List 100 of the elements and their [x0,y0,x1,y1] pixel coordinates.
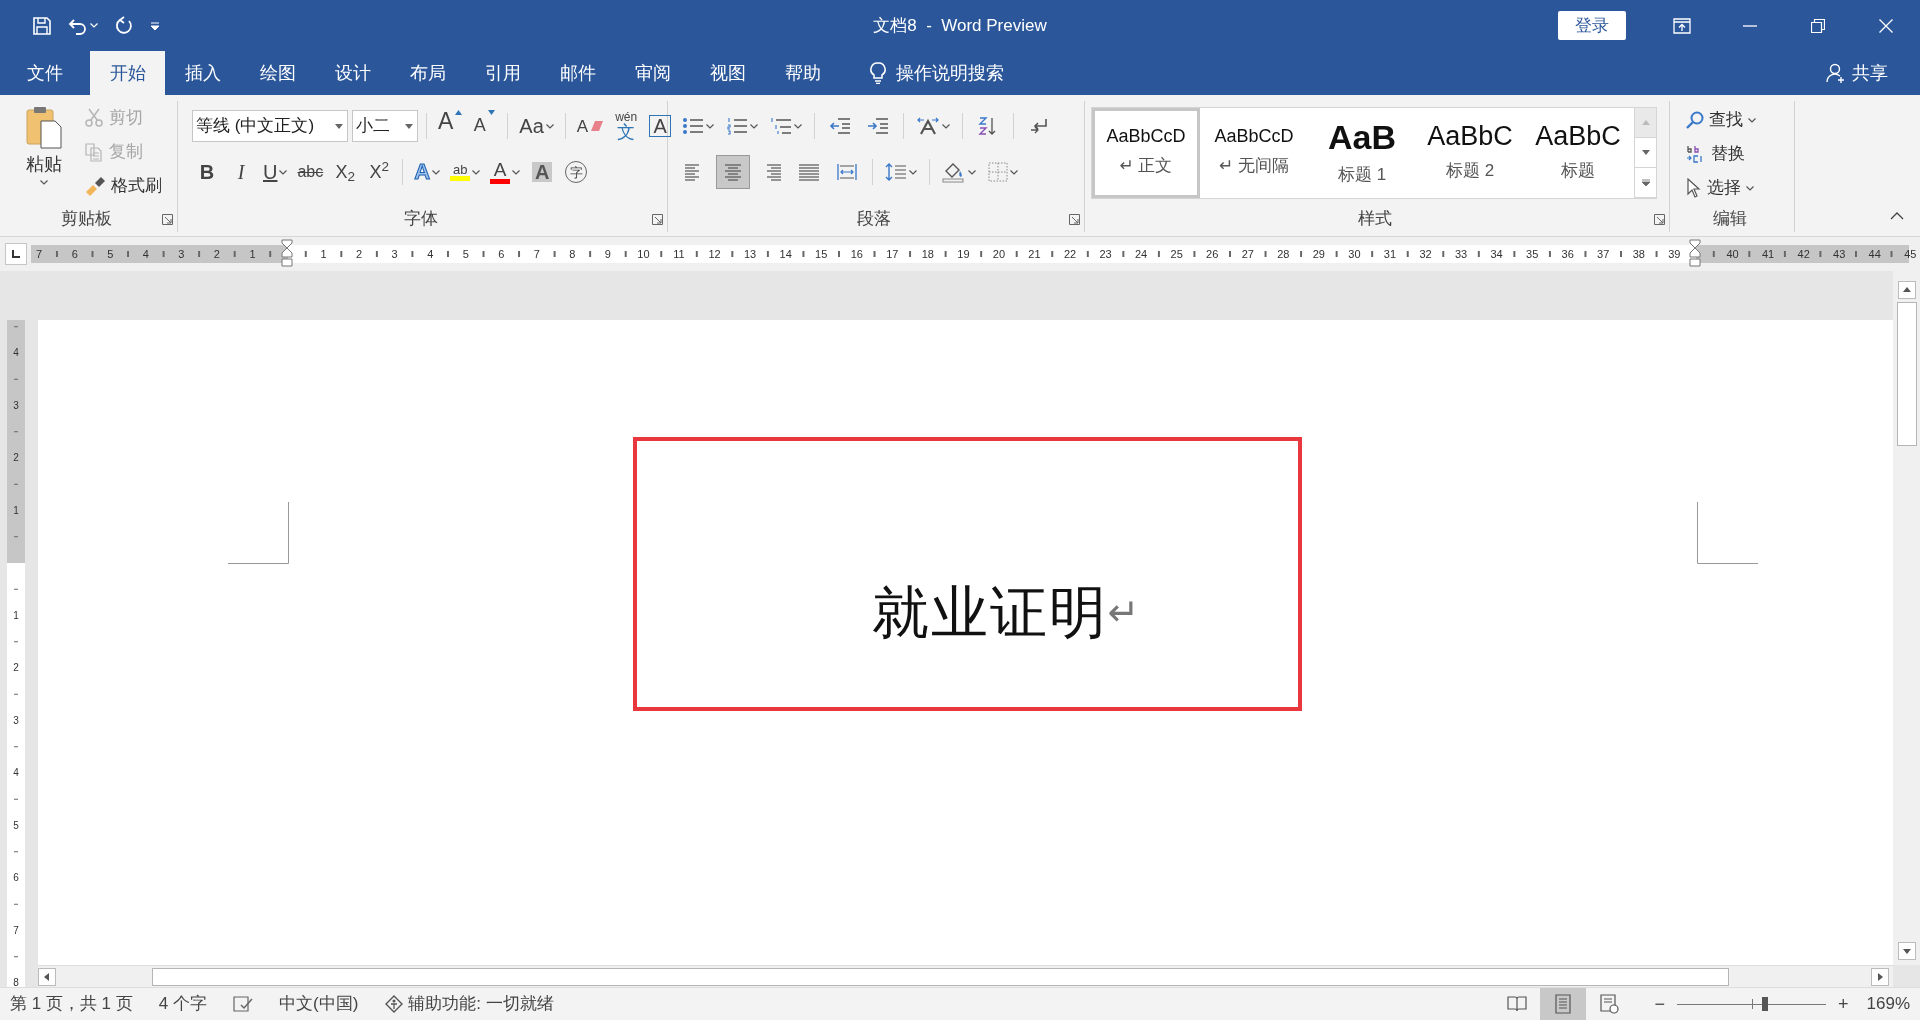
ribbon-tab[interactable]: 引用 [465,51,540,95]
highlight-button[interactable]: ab [447,156,484,188]
phonetic-guide-button[interactable]: wén 文 [611,110,642,142]
paragraph-mark: ↵ [1107,593,1140,631]
color-bar-icon [490,179,511,184]
zoom-slider[interactable] [1677,994,1826,1014]
tab-selector-button[interactable] [5,243,27,265]
login-button[interactable]: 登录 [1558,10,1626,41]
zoom-percent[interactable]: 169% [1866,991,1910,1017]
ruler-number: 43 [1832,248,1847,260]
ruler-number: 6 [13,871,19,885]
accessibility-icon[interactable] [384,994,405,1014]
scroll-down-button[interactable] [1897,942,1916,960]
ribbon-tab[interactable]: 设计 [315,51,390,95]
change-case-button[interactable]: Aa [516,110,557,142]
slider-thumb[interactable] [1761,997,1768,1011]
character-border-button[interactable]: A [645,110,676,142]
triangle-down-icon [487,110,495,115]
ribbon-tab[interactable]: 绘图 [240,51,315,95]
zoom-out-button[interactable]: − [1650,990,1669,1018]
ruler-number: 39 [1667,248,1682,260]
select-button[interactable]: 选择 [1682,171,1760,205]
ribbon-tab[interactable]: 布局 [390,51,465,95]
ruler-number: 5 [461,248,470,260]
scrollbar-thumb[interactable] [152,967,1729,986]
ruler-number: 1 [319,248,328,260]
ruler-number: 1 [13,608,19,623]
format-painter-button[interactable]: 格式刷 [80,169,166,203]
paste-button[interactable]: 粘贴 [16,101,72,206]
bold-button[interactable]: B [192,156,222,188]
indent-marker-icon[interactable] [281,239,293,267]
ruler-number: 9 [603,248,612,260]
grow-font-button[interactable]: A [435,110,466,142]
replace-button[interactable]: 替换 [1682,137,1760,171]
print-layout-button[interactable] [1540,987,1587,1020]
ruler-number: 14 [778,248,793,260]
dialog-launcher-icon[interactable] [1069,214,1080,226]
page-count: 第 1 页，共 1 页 [10,993,133,1016]
scroll-right-button[interactable] [1871,967,1889,986]
indent-marker-icon[interactable] [1689,239,1701,267]
ruler-number: 3 [390,248,399,260]
strikethrough-button[interactable]: abc [294,156,327,188]
ribbon-tab[interactable]: 审阅 [615,51,690,95]
ruler-number: 30 [1347,248,1362,260]
person-icon [1826,63,1846,83]
ruler-number: 33 [1453,248,1469,260]
proofing-icon[interactable] [233,995,253,1013]
ruler-number: 21 [1027,248,1042,260]
ruler-number: 2 [13,661,19,675]
ruler-number: 27 [1240,248,1255,260]
share-button[interactable]: 共享 [1820,51,1894,95]
asian-layout-icon [916,117,940,135]
window-title: 文档8 - Word Preview [873,14,1047,37]
ribbon-tab[interactable]: 帮助 [765,51,840,95]
ruler-number: 29 [1311,248,1326,260]
ruler-number: 7 [532,248,541,260]
style-item[interactable]: AaBbCcD ↵ 正文 [1092,108,1200,198]
ruler-number: 40 [1725,248,1740,260]
zoom-in-button[interactable]: + [1834,990,1853,1018]
font-size-field[interactable]: 小二 [352,110,418,142]
ruler-number: 35 [1525,248,1540,260]
font-color-button[interactable]: A [487,156,524,188]
ruler-number: 44 [1867,248,1882,260]
ribbon-tab[interactable]: 文件 [7,51,82,95]
ribbon-tab[interactable]: 开始 [90,51,165,95]
subscript-button[interactable]: X$_{2}$ [330,156,361,188]
ruler-number: 5 [106,248,115,260]
font-name-field[interactable]: 等线 (中文正文) [192,110,348,142]
underline-button[interactable]: U [260,156,291,188]
dialog-launcher-icon[interactable] [1654,214,1665,226]
ruler-number: 5 [13,818,19,833]
search-icon [1686,111,1704,129]
group-label: 编辑 [1713,208,1747,231]
group-label: 字体 [403,208,438,231]
italic-button[interactable]: I [226,156,256,188]
dialog-launcher-icon[interactable] [652,214,663,226]
ruler-number: 3 [13,713,19,728]
clear-formatting-button[interactable]: A [573,110,608,142]
ribbon-tab[interactable]: 插入 [165,51,240,95]
numbered-list-icon [726,117,748,135]
dialog-launcher-icon[interactable] [162,214,173,226]
language-status[interactable]: 中文(中国) [279,991,359,1017]
scroll-left-button[interactable] [38,967,56,986]
character-shading-button[interactable]: A [527,156,558,188]
restore-icon [1811,18,1825,33]
caret-icon [1746,185,1754,191]
multilevel-list-icon [770,117,792,135]
caret-icon [150,20,160,31]
find-button[interactable]: 查找 [1682,103,1760,137]
tell-me-search[interactable]: 操作说明搜索 [864,51,1010,95]
ruler-number: 4 [141,248,150,260]
scrollbar-thumb[interactable] [1896,302,1917,446]
shrink-font-button[interactable]: A [469,110,500,142]
center-align-button[interactable] [716,155,750,189]
superscript-button[interactable]: X$^{2}$ [364,156,395,188]
accessibility-status[interactable]: 辅助功能: 一切就绪 [408,991,554,1017]
ribbon-tab[interactable]: 邮件 [540,51,615,95]
ruler-number: 28 [1276,248,1291,260]
ribbon-tab[interactable]: 视图 [690,51,765,95]
scroll-up-button[interactable] [1897,281,1916,299]
